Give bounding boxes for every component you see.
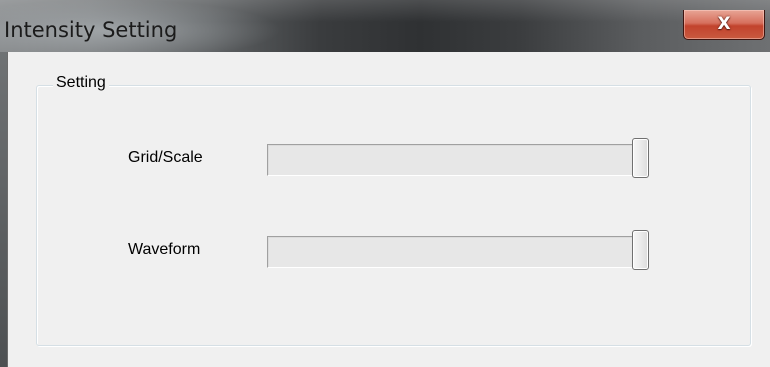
group-caption: Setting <box>53 74 109 92</box>
slider-thumb[interactable] <box>632 230 649 270</box>
grid-scale-slider[interactable] <box>267 138 649 178</box>
waveform-slider[interactable] <box>267 230 649 270</box>
window-title: Intensity Setting <box>4 18 178 42</box>
title-bar[interactable]: Intensity Setting X <box>0 0 770 52</box>
close-icon: X <box>717 14 731 34</box>
window-frame-left <box>0 52 7 367</box>
close-button[interactable]: X <box>683 10 765 40</box>
slider-track[interactable] <box>267 144 648 176</box>
waveform-label: Waveform <box>128 241 201 258</box>
slider-thumb[interactable] <box>632 138 649 178</box>
dialog-client-area: Setting Grid/Scale Waveform <box>7 52 770 367</box>
intensity-setting-dialog: Intensity Setting X Setting Grid/Scale W… <box>0 0 770 367</box>
slider-track[interactable] <box>267 236 648 268</box>
grid-scale-label: Grid/Scale <box>128 149 203 166</box>
setting-groupbox <box>36 85 751 346</box>
